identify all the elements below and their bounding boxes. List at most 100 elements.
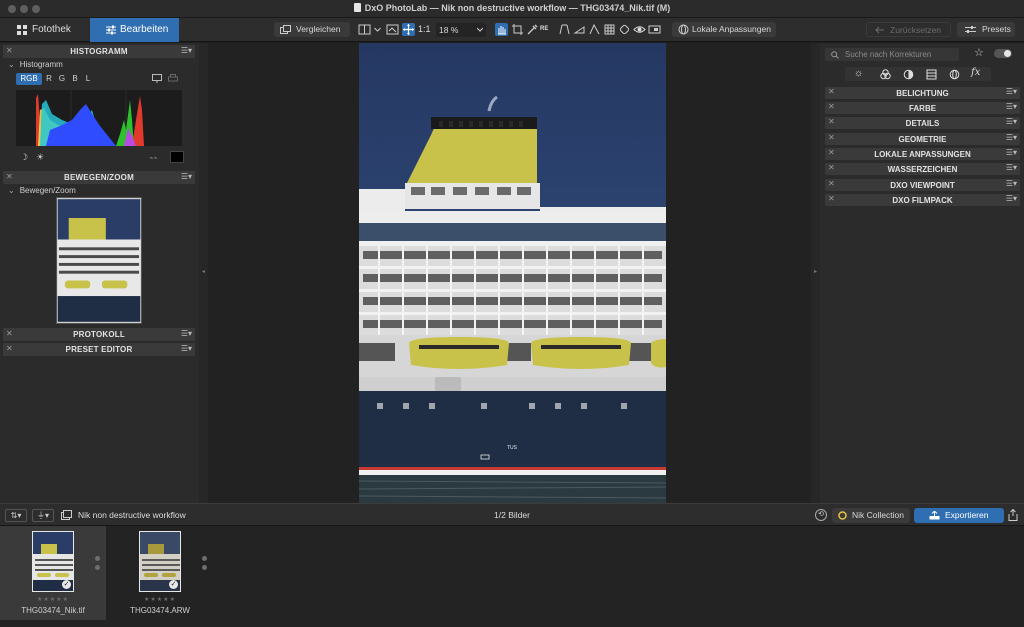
chevron-down-icon: ⌄ <box>8 186 15 195</box>
chevron-down-icon[interactable] <box>371 23 381 36</box>
checkmark-icon[interactable]: ✓ <box>62 580 71 589</box>
panel-menu-icon[interactable]: ☰▾ <box>181 46 192 55</box>
printer-icon[interactable] <box>168 74 178 83</box>
export-button[interactable]: Exportieren <box>914 508 1004 523</box>
histogram-subheader[interactable]: ⌄ Histogramm <box>8 60 63 69</box>
section-viewpoint[interactable]: ✕ DXO VIEWPOINT ☰▾ <box>825 179 1020 191</box>
section-details[interactable]: ✕ DETAILS ☰▾ <box>825 117 1020 129</box>
panel-menu-icon[interactable]: ☰▾ <box>1006 117 1017 126</box>
filmstrip-item[interactable]: ✓ ★★★★★ THG03474.ARW <box>107 526 213 620</box>
channel-l-button[interactable]: L <box>83 73 93 85</box>
star-icon[interactable]: ☆ <box>974 46 984 59</box>
move-zoom-subheader[interactable]: ⌄ Bewegen/Zoom <box>8 186 76 195</box>
presets-label: Presets <box>982 24 1011 34</box>
channel-g-button[interactable]: G <box>57 73 67 85</box>
right-panel: Suche nach Korrekturen ☆ ☼ fx ✕ BELICHTUN… <box>820 43 1024 503</box>
geometry-icon[interactable] <box>926 69 937 80</box>
repair-tool-icon[interactable] <box>618 23 631 36</box>
corrections-search-input[interactable]: Suche nach Korrekturen <box>825 48 959 61</box>
section-geometry[interactable]: ✕ GEOMETRIE ☰▾ <box>825 133 1020 145</box>
detail-icon[interactable] <box>903 69 914 80</box>
main-photo[interactable]: TUS <box>359 43 666 503</box>
nik-logo-icon <box>838 511 847 520</box>
section-watermark[interactable]: ✕ WASSERZEICHEN ☰▾ <box>825 163 1020 175</box>
zoom-select[interactable]: 18 % <box>436 23 486 37</box>
panel-menu-icon[interactable]: ☰▾ <box>181 172 192 181</box>
panel-menu-icon[interactable]: ☰▾ <box>181 329 192 338</box>
more-options-icon[interactable] <box>202 556 207 574</box>
toggle-switch[interactable] <box>994 49 1012 58</box>
section-color[interactable]: ✕ FARBE ☰▾ <box>825 102 1020 114</box>
effects-icon[interactable]: fx <box>971 67 980 78</box>
panel-menu-icon[interactable]: ☰▾ <box>1006 194 1017 203</box>
crop-icon[interactable] <box>511 23 524 36</box>
channel-r-button[interactable]: R <box>44 73 54 85</box>
export-label: Exportieren <box>945 510 989 520</box>
right-panel-divider[interactable]: ▸ <box>811 43 820 503</box>
preview-toggle-icon[interactable] <box>648 23 661 36</box>
navigator-thumbnail[interactable] <box>56 197 142 324</box>
panel-menu-icon[interactable]: ☰▾ <box>1006 87 1017 96</box>
panel-menu-icon[interactable]: ☰▾ <box>1006 163 1017 172</box>
thumbnail-image: ✓ <box>139 531 181 592</box>
tab-edit[interactable]: Bearbeiten <box>90 18 179 42</box>
histogram-header-label: HISTOGRAMM <box>70 47 128 56</box>
more-options-icon[interactable] <box>95 556 100 574</box>
star-rating[interactable]: ★★★★★ <box>0 596 106 603</box>
section-filmpack[interactable]: ✕ DXO FILMPACK ☰▾ <box>825 194 1020 206</box>
one-to-one-button[interactable]: 1:1 <box>418 23 432 36</box>
sliders-icon <box>965 26 976 33</box>
nik-collection-button[interactable]: Nik Collection <box>832 508 910 523</box>
fit-screen-icon[interactable] <box>386 23 399 36</box>
section-local-adjustments[interactable]: ✕ LOKALE ANPASSUNGEN ☰▾ <box>825 148 1020 160</box>
volume-deformation-icon[interactable] <box>588 23 601 36</box>
grid-tool-icon[interactable] <box>603 23 616 36</box>
section-exposure[interactable]: ✕ BELICHTUNG ☰▾ <box>825 87 1020 99</box>
panel-menu-icon[interactable]: ☰▾ <box>181 344 192 353</box>
tab-edit-label: Bearbeiten <box>120 24 169 35</box>
eye-icon[interactable] <box>633 23 646 36</box>
dxo-account-icon[interactable]: ⟲ <box>815 509 827 521</box>
red-eye-icon[interactable]: RE <box>540 23 556 36</box>
filmstrip-item[interactable]: ✓ ★★★★★ THG03474_Nik.tif <box>0 526 106 620</box>
channel-b-button[interactable]: B <box>70 73 80 85</box>
monitor-icon[interactable] <box>152 74 162 83</box>
channel-rgb-button[interactable]: RGB <box>16 73 42 85</box>
globe-icon[interactable] <box>949 69 960 80</box>
panel-menu-icon[interactable]: ☰▾ <box>1006 133 1017 142</box>
tab-library-label: Fotothek <box>32 24 71 35</box>
highlight-clipping-icon[interactable]: ☀ <box>36 152 44 163</box>
panel-menu-icon[interactable]: ☰▾ <box>1006 148 1017 157</box>
local-adjustments-button[interactable]: Lokale Anpassungen <box>672 22 776 37</box>
star-rating[interactable]: ★★★★★ <box>107 596 213 603</box>
clipping-warning-icon[interactable]: ⌁⌁ <box>149 154 157 162</box>
histogram-panel-header[interactable]: ✕ HISTOGRAMM ☰▾ <box>3 45 195 58</box>
compare-button[interactable]: Vergleichen <box>274 22 350 37</box>
share-icon[interactable] <box>1008 509 1018 521</box>
zoom-value: 18 % <box>439 25 459 35</box>
presets-button[interactable]: Presets <box>957 22 1015 37</box>
section-label: BELICHTUNG <box>896 89 949 98</box>
eyedropper-icon[interactable] <box>526 23 539 36</box>
section-label: GEOMETRIE <box>898 135 947 144</box>
search-placeholder: Suche nach Korrekturen <box>845 50 932 59</box>
sun-icon[interactable]: ☼ <box>854 68 863 79</box>
tab-library[interactable]: Fotothek <box>0 18 90 42</box>
section-label: DXO VIEWPOINT <box>890 181 955 190</box>
move-tool-icon[interactable] <box>402 23 415 36</box>
color-circles-icon[interactable] <box>880 69 891 80</box>
preset-editor-panel-header[interactable]: ✕ PRESET EDITOR ☰▾ <box>3 343 195 356</box>
move-zoom-panel-header[interactable]: ✕ BEWEGEN/ZOOM ☰▾ <box>3 171 195 184</box>
hand-tool-icon[interactable] <box>495 23 508 36</box>
undo-icon <box>875 26 884 34</box>
panel-menu-icon[interactable]: ☰▾ <box>1006 102 1017 111</box>
checkmark-icon[interactable]: ✓ <box>169 580 178 589</box>
reset-button[interactable]: Zurücksetzen <box>866 22 951 37</box>
panel-menu-icon[interactable]: ☰▾ <box>1006 179 1017 188</box>
perspective-icon[interactable] <box>558 23 571 36</box>
history-panel-header[interactable]: ✕ PROTOKOLL ☰▾ <box>3 328 195 341</box>
shadow-clipping-icon[interactable]: ☽ <box>20 152 28 163</box>
left-panel-divider[interactable]: ◂ <box>199 43 208 503</box>
split-view-icon[interactable] <box>358 23 371 36</box>
horizon-icon[interactable] <box>573 23 586 36</box>
